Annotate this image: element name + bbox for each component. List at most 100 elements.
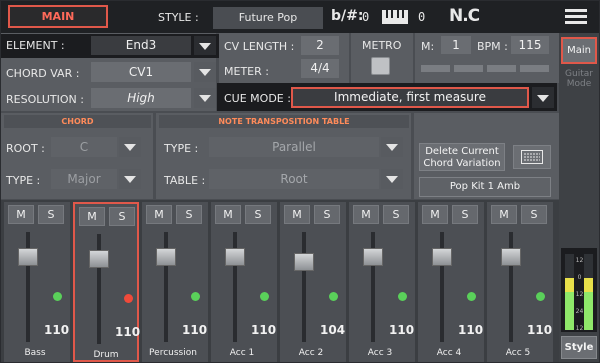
mixer-channel: M S 110 Drum — [73, 202, 141, 362]
element-dropdown-arrow[interactable] — [194, 36, 216, 55]
channel-activity-led — [124, 294, 133, 303]
meter-value[interactable]: 4/4 — [301, 59, 339, 78]
channel-name: Drum — [93, 350, 119, 360]
keyboard-octave-value: 0 — [418, 10, 426, 24]
channel-name: Acc 1 — [229, 348, 255, 358]
mixer-channel: M S 110 Acc 5 — [487, 202, 553, 362]
cuemode-value[interactable]: Immediate, first measure — [291, 87, 529, 108]
nt-type-label: TYPE : — [164, 142, 199, 155]
metro-checkbox[interactable] — [371, 57, 390, 75]
transpose-label: b/#: — [331, 8, 364, 24]
solo-button[interactable]: S — [109, 207, 135, 226]
solo-button[interactable]: S — [452, 205, 478, 224]
chord-type-value[interactable]: Major — [51, 169, 117, 189]
master-meter: 12 0 12 24 12 — [561, 248, 597, 332]
style-record-screen: MAIN STYLE : Future Pop b/#: 0 0 N.C ELE… — [0, 0, 600, 363]
drum-kit-button[interactable]: Pop Kit 1 Amb — [419, 177, 551, 197]
side-tab-main[interactable]: Main — [561, 37, 597, 64]
channel-activity-led — [191, 292, 200, 301]
channel-volume-value: 110 — [115, 325, 141, 339]
volume-fader-knob[interactable] — [18, 247, 38, 266]
solo-button[interactable]: S — [176, 205, 202, 224]
mute-button[interactable]: M — [79, 207, 105, 226]
cvlength-value[interactable]: 2 — [301, 36, 339, 55]
solo-button[interactable]: S — [38, 205, 64, 224]
delete-button-line2: Chord Variation — [423, 158, 501, 169]
root-value[interactable]: C — [51, 137, 117, 157]
tab-main[interactable]: MAIN — [8, 5, 108, 28]
cuemode-dropdown-arrow[interactable] — [532, 87, 554, 108]
side-tab-guitar-line1: Guitar — [565, 69, 593, 79]
mute-button[interactable]: M — [215, 205, 241, 224]
volume-fader-track[interactable] — [302, 232, 306, 342]
style-name-field[interactable]: Future Pop — [213, 7, 323, 29]
meter-left-peak — [565, 278, 574, 292]
resolution-label: RESOLUTION : — [6, 93, 84, 106]
meter-scale-mark: 0 — [577, 274, 582, 281]
measure-value: 1 — [441, 36, 471, 54]
chord-type-dropdown-arrow[interactable] — [119, 169, 141, 189]
channel-name: Bass — [24, 348, 46, 358]
channel-volume-value: 110 — [389, 323, 415, 337]
channel-name: Acc 5 — [505, 348, 531, 358]
channel-activity-led — [260, 292, 269, 301]
mute-button[interactable]: M — [146, 205, 172, 224]
resolution-dropdown-arrow[interactable] — [194, 88, 216, 108]
style-label: STYLE : — [158, 11, 199, 24]
root-label: ROOT : — [6, 142, 45, 155]
bpm-value[interactable]: 115 — [511, 36, 549, 54]
channel-name: Acc 2 — [298, 348, 324, 358]
side-tab-guitar-line2: Mode — [566, 79, 592, 89]
mute-button[interactable]: M — [8, 205, 34, 224]
menu-icon[interactable] — [565, 9, 587, 25]
side-tab-guitar-mode[interactable]: Guitar Mode — [561, 69, 597, 93]
mute-button[interactable]: M — [422, 205, 448, 224]
chord-type-label: TYPE : — [6, 174, 41, 187]
solo-button[interactable]: S — [521, 205, 547, 224]
volume-fader-knob[interactable] — [156, 247, 176, 266]
drum-map-button[interactable] — [513, 145, 551, 169]
solo-button[interactable]: S — [383, 205, 409, 224]
resolution-value[interactable]: High — [91, 88, 191, 108]
channel-name: Percussion — [149, 348, 197, 358]
root-dropdown-arrow[interactable] — [119, 137, 141, 157]
meter-scale-mark: 12 — [575, 325, 584, 332]
mute-button[interactable]: M — [284, 205, 310, 224]
delete-chord-variation-button[interactable]: Delete Current Chord Variation — [419, 143, 505, 171]
volume-fader-knob[interactable] — [363, 247, 383, 266]
nt-type-value[interactable]: Parallel — [209, 137, 379, 157]
volume-fader-knob[interactable] — [501, 247, 521, 266]
measure-label: M: — [421, 40, 435, 53]
chordvar-dropdown-arrow[interactable] — [194, 62, 216, 82]
chordvar-value[interactable]: CV1 — [91, 62, 191, 82]
meter-right-level — [584, 292, 593, 330]
mute-button[interactable]: M — [491, 205, 517, 224]
nt-table-label: TABLE : — [164, 174, 206, 187]
side-tab-style[interactable]: Style — [561, 336, 597, 359]
nt-table-dropdown-arrow[interactable] — [381, 169, 403, 189]
solo-button[interactable]: S — [314, 205, 340, 224]
metro-label: METRO — [362, 39, 402, 52]
chordvar-label: CHORD VAR : — [6, 67, 80, 80]
volume-fader-knob[interactable] — [432, 247, 452, 266]
nt-table-value[interactable]: Root — [209, 169, 379, 189]
mixer-channel: M S 104 Acc 2 — [280, 202, 346, 362]
element-value[interactable]: End3 — [91, 36, 191, 55]
channel-volume-value: 110 — [458, 323, 484, 337]
solo-button[interactable]: S — [245, 205, 271, 224]
meter-scale-mark: 24 — [575, 308, 584, 315]
chord-section-title: CHORD — [4, 115, 151, 128]
transpose-value: 0 — [362, 10, 370, 24]
volume-fader-knob[interactable] — [294, 252, 314, 271]
mixer-channel: M S 110 Bass — [4, 202, 70, 362]
meter-label: METER : — [224, 65, 269, 78]
beat-indicator — [421, 65, 549, 72]
element-label: ELEMENT : — [6, 39, 65, 52]
volume-fader-knob[interactable] — [89, 249, 109, 268]
mute-button[interactable]: M — [353, 205, 379, 224]
channel-activity-led — [536, 292, 545, 301]
volume-fader-knob[interactable] — [225, 247, 245, 266]
nt-type-dropdown-arrow[interactable] — [381, 137, 403, 157]
channel-volume-value: 110 — [182, 323, 208, 337]
meter-scale-mark: 12 — [575, 257, 584, 264]
